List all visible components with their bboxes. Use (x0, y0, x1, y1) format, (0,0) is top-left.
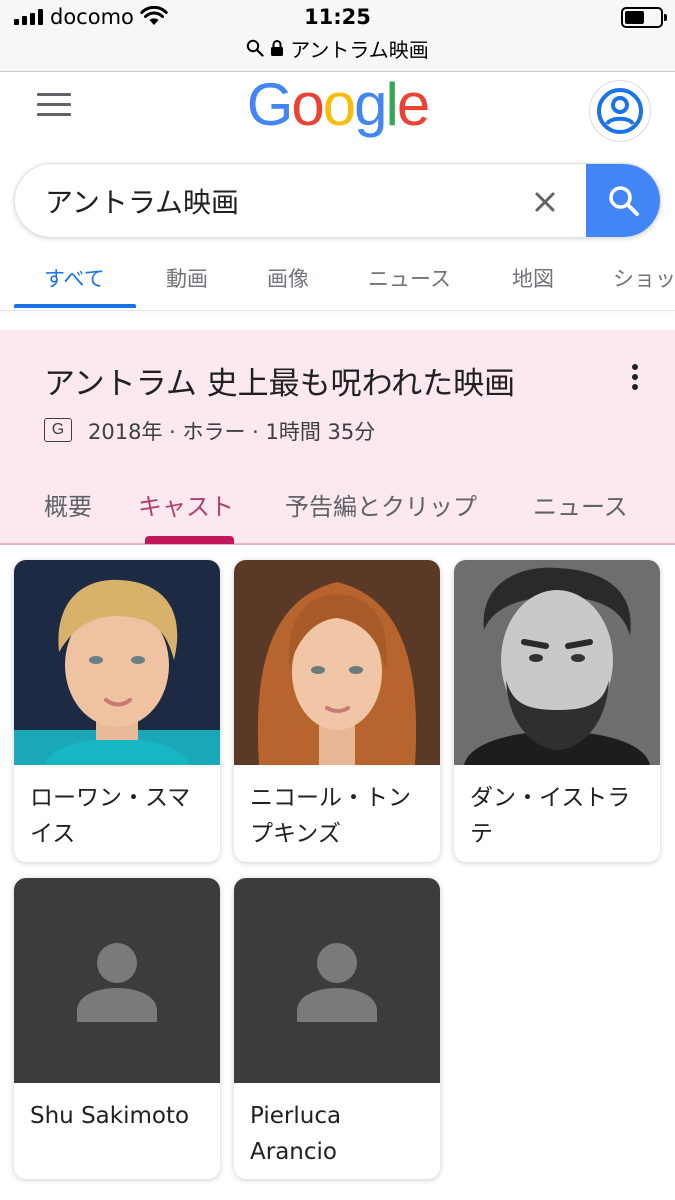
search-box (14, 163, 661, 238)
tab-trailers[interactable]: 予告編とクリップ (285, 487, 477, 522)
cast-photo (14, 560, 220, 765)
cast-photo (454, 560, 660, 765)
battery-level (625, 11, 644, 24)
more-options-icon[interactable] (625, 362, 645, 392)
logo-letter: g (354, 71, 387, 138)
logo-letter: o (291, 71, 324, 138)
battery-icon (621, 7, 667, 28)
divider (0, 310, 675, 311)
tab-all[interactable]: すべて (44, 263, 105, 293)
cast-card[interactable]: ニコール・トンプキンズ (234, 560, 440, 862)
account-button[interactable] (589, 80, 651, 142)
status-bar: docomo 11:25 アントラム映画 (0, 0, 675, 72)
active-tab-indicator (14, 304, 136, 308)
lock-icon (270, 39, 284, 57)
tab-maps[interactable]: 地図 (512, 263, 554, 293)
knowledge-panel-header: アントラム 史上最も呪われた映画 G 2018年 · ホラー · 1時間 35分… (0, 330, 675, 545)
account-circle-icon (597, 88, 643, 134)
movie-title: アントラム 史上最も呪われた映画 (44, 366, 516, 402)
cast-photo-placeholder (234, 878, 440, 1083)
cast-name: ニコール・トンプキンズ (250, 785, 411, 847)
cast-card[interactable]: ローワン・スマイス (14, 560, 220, 862)
person-icon (297, 942, 377, 1022)
logo-letter: e (396, 71, 430, 138)
cast-card[interactable]: ダン・イストラテ (454, 560, 660, 862)
search-button[interactable] (586, 164, 660, 237)
cast-card[interactable]: Shu Sakimoto (14, 878, 220, 1179)
cast-name: Shu Sakimoto (30, 1103, 190, 1129)
cast-photo (234, 560, 440, 765)
tab-overview[interactable]: 概要 (44, 487, 92, 522)
tab-videos[interactable]: 動画 (166, 263, 208, 293)
movie-meta: 2018年 · ホラー · 1時間 35分 (88, 420, 376, 444)
url-text: アントラム映画 (290, 37, 429, 62)
tab-news[interactable]: ニュース (368, 263, 451, 293)
address-bar[interactable]: アントラム映画 (0, 34, 675, 62)
google-logo[interactable]: Google (0, 70, 675, 139)
search-input[interactable] (45, 164, 515, 237)
cast-name: ダン・イストラテ (470, 785, 631, 847)
tab-images[interactable]: 画像 (267, 263, 309, 293)
logo-letter: o (322, 71, 356, 138)
search-icon (246, 39, 264, 57)
cast-photo-placeholder (14, 878, 220, 1083)
search-icon (609, 185, 639, 216)
search-tabs: すべて 動画 画像 ニュース 地図 ショッ (0, 245, 675, 310)
cast-name: ローワン・スマイス (30, 785, 191, 847)
cast-card[interactable]: Pierluca Arancio (234, 878, 440, 1179)
logo-letter: G (246, 71, 294, 138)
tab-shopping[interactable]: ショッ (613, 263, 675, 293)
tab-cast[interactable]: キャスト (138, 487, 234, 522)
clear-search-button[interactable] (525, 182, 565, 222)
active-tab-indicator (145, 536, 234, 544)
logo-letter: l (385, 71, 399, 138)
status-time: 11:25 (304, 5, 371, 29)
close-icon (535, 192, 555, 212)
rating-badge: G (44, 418, 72, 442)
cast-name: Pierluca Arancio (250, 1103, 342, 1165)
tab-kp-news[interactable]: ニュース (533, 487, 628, 522)
person-icon (77, 942, 157, 1022)
